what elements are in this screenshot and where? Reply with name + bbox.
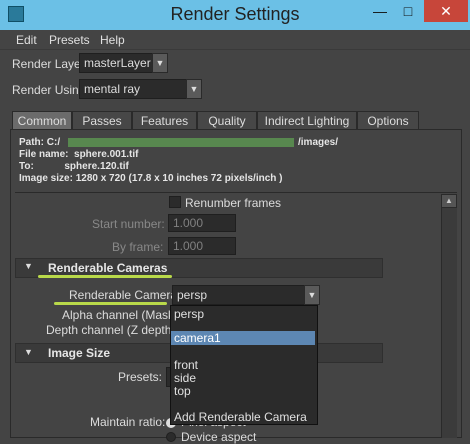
menu-item-add-renderable-camera[interactable]: Add Renderable Camera [174,410,314,424]
file-name-text: File name: sphere.001.tif [19,149,139,160]
render-using-dropdown[interactable]: mental ray [79,79,187,99]
menu-help[interactable]: Help [100,33,125,47]
menu-presets[interactable]: Presets [49,33,90,47]
renderable-camera-dropdown[interactable]: persp [172,285,305,305]
menu-item-top[interactable]: top [174,384,314,398]
tab-options[interactable]: Options [357,111,419,131]
menu-item-side[interactable]: side [174,371,314,385]
chevron-down-icon[interactable]: ▼ [304,285,320,305]
menu-item-camera1[interactable]: camera1 [171,331,315,345]
device-aspect-label: Device aspect [181,430,257,444]
render-layer-label: Render Layer [12,57,85,71]
alpha-channel-label: Alpha channel (Mask) [62,308,179,322]
menu-edit[interactable]: Edit [16,33,37,47]
by-frame-label: By frame: [112,240,164,254]
maintain-ratio-label: Maintain ratio: [90,415,166,429]
presets-label: Presets: [118,370,163,384]
tab-features[interactable]: Features [132,111,197,131]
tab-passes[interactable]: Passes [72,111,132,131]
chevron-down-icon[interactable]: ▼ [152,53,168,73]
scroll-up-icon[interactable]: ▲ [441,194,457,208]
path-suffix: /images/ [298,137,339,148]
renumber-label: Renumber frames [185,196,282,210]
scrollbar[interactable] [441,194,457,438]
tab-quality[interactable]: Quality [197,111,257,131]
start-number-field[interactable]: 1.000 [168,214,236,232]
device-aspect-radio[interactable] [166,432,176,442]
by-frame-field[interactable]: 1.000 [168,237,236,255]
close-button[interactable]: ✕ [424,0,468,22]
menu-item-front[interactable]: front [174,358,314,372]
tab-indirect-lighting[interactable]: Indirect Lighting [257,111,357,131]
image-size-text: Image size: 1280 x 720 (17.8 x 10 inches… [19,173,283,184]
render-using-label: Render Using [12,83,86,97]
minimize-button[interactable]: — [366,0,394,22]
path-label: Path: C:/ [19,137,61,148]
tab-common[interactable]: Common [12,111,72,131]
render-layer-dropdown[interactable]: masterLayer [79,53,153,73]
highlight-underline [54,302,167,305]
collapse-arrow-icon[interactable]: ▼ [24,347,33,357]
maximize-button[interactable]: □ [394,0,422,22]
renumber-checkbox[interactable] [169,196,181,208]
collapse-arrow-icon[interactable]: ▼ [24,261,33,271]
chevron-down-icon[interactable]: ▼ [186,79,202,99]
depth-channel-label: Depth channel (Z depth) [46,323,176,337]
divider [15,192,457,193]
renderable-cameras-title: Renderable Cameras [48,261,168,275]
menu-item-persp[interactable]: persp [174,307,314,321]
redacted-path [68,138,294,147]
highlight-underline [38,275,172,278]
image-size-title: Image Size [48,346,111,360]
renderable-camera-label: Renderable Camera [69,288,178,302]
start-number-label: Start number: [92,217,165,231]
to-text: To: sphere.120.tif [19,161,129,172]
